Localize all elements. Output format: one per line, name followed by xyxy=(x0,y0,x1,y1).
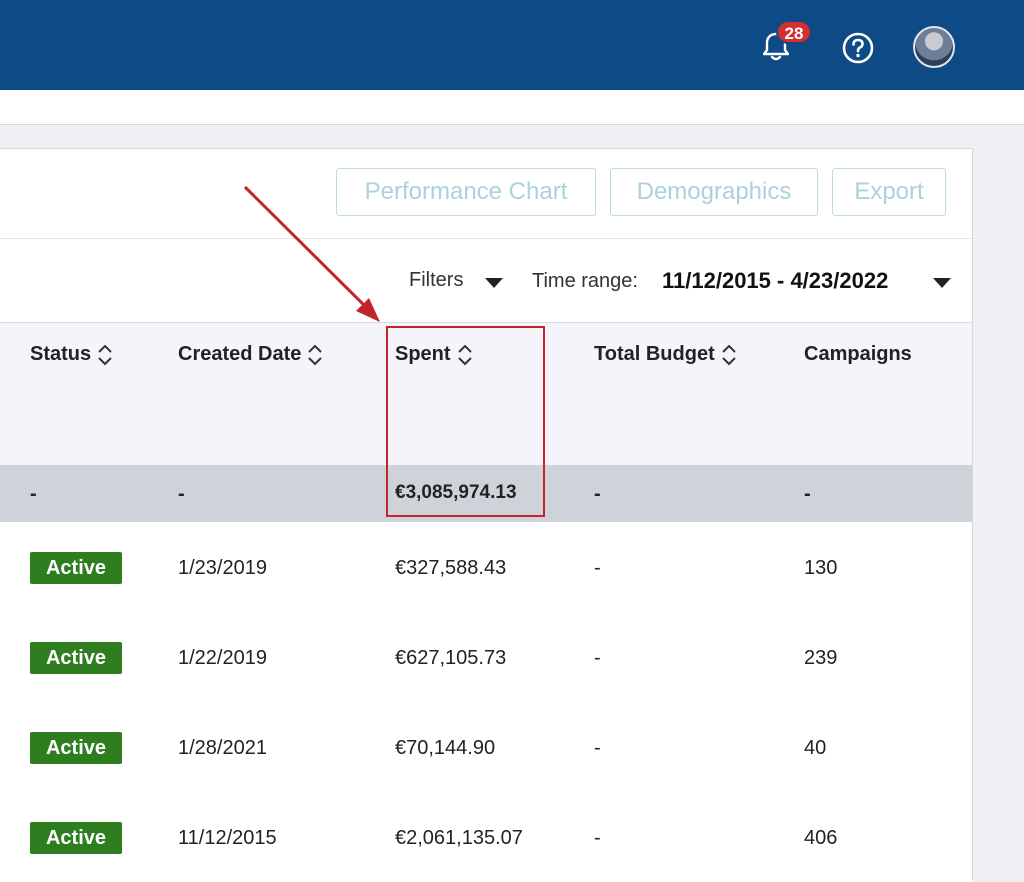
created-date-cell: 1/22/2019 xyxy=(178,647,267,669)
time-range-label: Time range: xyxy=(532,270,638,292)
table-row[interactable]: Active 1/28/2021 €70,144.90 - 40 xyxy=(0,702,972,793)
avatar[interactable] xyxy=(913,26,955,68)
notification-count-badge: 28 xyxy=(776,20,812,44)
spent-cell: €2,061,135.07 xyxy=(395,827,523,849)
total-budget-cell: - xyxy=(594,647,601,669)
table-row[interactable]: Active 1/23/2019 €327,588.43 - 130 xyxy=(0,522,972,613)
table-row[interactable]: Active 1/22/2019 €627,105.73 - 239 xyxy=(0,612,972,703)
campaigns-cell: 40 xyxy=(804,737,827,759)
created-date-cell: 1/23/2019 xyxy=(178,557,267,579)
time-range-value[interactable]: 11/12/2015 - 4/23/2022 xyxy=(662,268,888,294)
status-badge: Active xyxy=(30,732,122,764)
filters-caret-icon[interactable] xyxy=(485,278,503,288)
sort-icon[interactable] xyxy=(721,344,737,366)
annotation-highlight-box xyxy=(386,326,545,517)
campaigns-cell: 406 xyxy=(804,827,838,849)
column-header-label: Total Budget xyxy=(594,343,715,365)
totals-created-date: - xyxy=(178,483,185,505)
time-range-caret-icon[interactable] xyxy=(933,278,951,288)
spent-cell: €70,144.90 xyxy=(395,737,496,759)
totals-status: - xyxy=(30,483,37,505)
created-date-cell: 11/12/2015 xyxy=(178,827,277,849)
column-header-total-budget[interactable]: Total Budget xyxy=(594,343,737,366)
created-date-cell: 1/28/2021 xyxy=(178,737,267,759)
spent-cell: €327,588.43 xyxy=(395,557,507,579)
demographics-button[interactable]: Demographics xyxy=(610,168,818,216)
campaigns-cell: 239 xyxy=(804,647,838,669)
filters-dropdown[interactable]: Filters xyxy=(409,269,463,292)
column-header-label: Created Date xyxy=(178,343,302,365)
column-header-status[interactable]: Status xyxy=(30,343,113,366)
table-row[interactable]: Active 11/12/2015 €2,061,135.07 - 406 xyxy=(0,792,972,882)
totals-campaigns: - xyxy=(804,483,811,505)
column-header-campaigns[interactable]: Campaigns xyxy=(804,343,912,366)
campaigns-cell: 130 xyxy=(804,557,838,579)
totals-total-budget: - xyxy=(594,483,601,505)
column-header-created-date[interactable]: Created Date xyxy=(178,343,323,366)
sort-icon[interactable] xyxy=(97,344,113,366)
status-badge: Active xyxy=(30,822,122,854)
sort-icon[interactable] xyxy=(307,344,323,366)
help-icon[interactable] xyxy=(840,30,876,66)
total-budget-cell: - xyxy=(594,737,601,759)
status-badge: Active xyxy=(30,552,122,584)
performance-chart-button[interactable]: Performance Chart xyxy=(336,168,596,216)
total-budget-cell: - xyxy=(594,557,601,579)
export-button[interactable]: Export xyxy=(832,168,946,216)
total-budget-cell: - xyxy=(594,827,601,849)
sub-header-bar xyxy=(0,90,1024,125)
top-navigation-bar: 28 xyxy=(0,0,1024,90)
column-header-label: Campaigns xyxy=(804,343,912,365)
toolbar-divider xyxy=(0,238,972,239)
column-header-label: Status xyxy=(30,343,92,365)
status-badge: Active xyxy=(30,642,122,674)
spent-cell: €627,105.73 xyxy=(395,647,507,669)
